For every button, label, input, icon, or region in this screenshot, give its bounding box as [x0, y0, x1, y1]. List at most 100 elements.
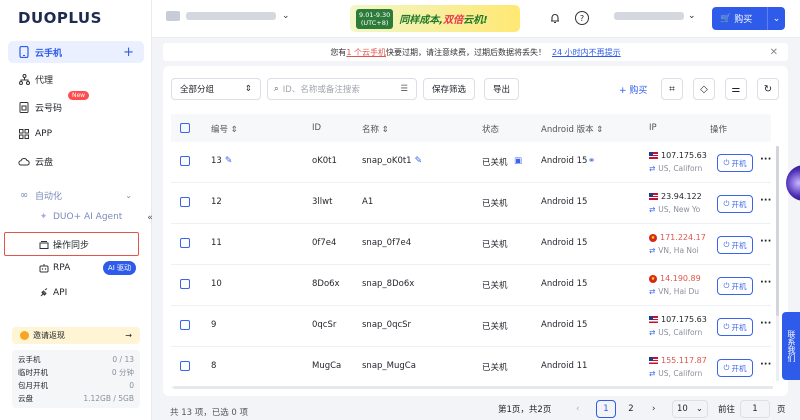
row-checkbox[interactable]: [180, 361, 190, 371]
more-actions-icon[interactable]: ···: [760, 154, 771, 165]
user-menu[interactable]: ⌄: [614, 11, 696, 21]
group-select[interactable]: 全部分组 ⇕: [171, 78, 261, 100]
power-on-button[interactable]: ⏻ 开机: [717, 154, 753, 172]
table-row[interactable]: 10 8Do6x snap_8Do6x 已关机 Android 15 ★ 14.190.89…: [171, 265, 771, 306]
buy-phone-link[interactable]: + 购买: [619, 83, 647, 96]
column-header-num[interactable]: 编号 ⇕: [211, 123, 238, 135]
notice-text-a: 您有: [330, 47, 347, 57]
row-checkbox[interactable]: [180, 279, 190, 289]
more-actions-icon[interactable]: ···: [760, 277, 771, 288]
column-header-name[interactable]: 名称 ⇕: [362, 123, 389, 135]
expiring-phones-link[interactable]: 1 个云手机: [346, 47, 386, 58]
page-1-button[interactable]: 1: [596, 400, 616, 418]
row-status: 已关机: [482, 199, 508, 209]
row-name: snap_0f7e4: [362, 238, 411, 248]
row-id: MugCa: [312, 361, 342, 371]
page-size-select[interactable]: 10 ⌄: [672, 400, 708, 418]
search-input[interactable]: ⌕ ID、名称或备注搜索 ☰: [267, 78, 417, 100]
column-header-status: 状态: [482, 125, 500, 135]
edit-icon[interactable]: ✎: [225, 156, 233, 166]
stat-value: 1.12GB / 5GB: [83, 394, 134, 403]
assistant-orb-icon[interactable]: [786, 165, 800, 201]
sidebar-item-api[interactable]: API: [8, 282, 144, 304]
table-row[interactable]: 11 0f7e4 snap_0f7e4 已关机 Android 15 ★ 171.224.1…: [171, 224, 771, 265]
collapse-sidebar-button[interactable]: «: [144, 212, 156, 224]
us-flag-icon: [649, 316, 658, 323]
stat-value: 0 分钟: [111, 368, 134, 377]
add-cloud-phone-button[interactable]: +: [123, 45, 134, 60]
settings-sliders-icon[interactable]: ⚌: [725, 78, 747, 100]
row-ip: ★ 171.224.17 ⇄ VN, Ha Noi: [649, 231, 707, 257]
table-row[interactable]: 12 3llwt A1 已关机 Android 15 23.94.122 ⇄ US, New …: [171, 183, 771, 224]
account-switcher[interactable]: ⌄: [166, 11, 290, 21]
contact-us-button[interactable]: 联系我们: [782, 312, 800, 380]
power-on-button[interactable]: ⏻ 开机: [717, 359, 753, 377]
table-row[interactable]: 13 ✎ oK0t1 snap_oK0t1 ✎ 已关机 ▣ Android 15 ⚭ 107.17…: [171, 142, 771, 183]
us-flag-icon: [649, 357, 658, 364]
row-checkbox[interactable]: [180, 320, 190, 330]
filter-icon[interactable]: ☰: [400, 84, 408, 94]
more-actions-icon[interactable]: ···: [760, 236, 771, 247]
sidebar-item-cloud-number[interactable]: 云号码 New: [8, 91, 144, 118]
buy-dropdown-chevron-icon[interactable]: ⌄: [767, 7, 785, 30]
power-on-button[interactable]: ⏻ 开机: [717, 318, 753, 336]
more-actions-icon[interactable]: ···: [760, 318, 771, 329]
horizontal-scrollbar[interactable]: [173, 386, 773, 389]
select-all-checkbox[interactable]: [180, 123, 190, 133]
row-name-text: snap_8Do6x: [362, 279, 415, 289]
column-header-android[interactable]: Android 版本 ⇕: [541, 123, 603, 135]
logo: DUOPLUS: [18, 9, 102, 27]
promo-text: 同样成本,双倍云机!: [399, 11, 487, 26]
vertical-scrollbar[interactable]: [776, 146, 779, 381]
refresh-icon[interactable]: ↻: [757, 78, 779, 100]
power-on-button[interactable]: ⏻ 开机: [717, 236, 753, 254]
row-checkbox[interactable]: [180, 156, 190, 166]
row-id: 8Do6x: [312, 279, 340, 289]
power-on-button[interactable]: ⏻ 开机: [717, 195, 753, 213]
coin-icon: [20, 331, 29, 340]
page-2-button[interactable]: 2: [621, 400, 641, 418]
close-icon[interactable]: ✕: [770, 47, 778, 58]
tag-icon[interactable]: ◇: [693, 78, 715, 100]
goto-page-input[interactable]: 1: [740, 400, 770, 418]
row-checkbox[interactable]: [180, 238, 190, 248]
save-filter-button[interactable]: 保存筛选: [423, 78, 476, 100]
prev-page-icon[interactable]: ‹: [576, 400, 579, 418]
export-button[interactable]: 导出: [484, 78, 520, 100]
page-size-value: 10: [677, 404, 688, 414]
invite-cashback-banner[interactable]: 邀请返现 →: [12, 327, 140, 344]
table-row[interactable]: 8 MugCa snap_MugCa 已关机 Android 11 155.117.87 ⇄…: [171, 347, 771, 388]
chevron-updown-icon: ⇕: [244, 84, 252, 94]
row-num: 9: [211, 320, 216, 330]
more-actions-icon[interactable]: ···: [760, 195, 771, 206]
screen-icon[interactable]: ▣: [514, 156, 522, 166]
buy-button[interactable]: 🛒 购买 ⌄: [712, 7, 785, 30]
sidebar-item-cloud-disk[interactable]: 云盘: [8, 150, 144, 172]
table-row[interactable]: 9 0qcSr snap_0qcSr 已关机 Android 15 107.175.63 ⇄…: [171, 306, 771, 347]
scroll-thumb[interactable]: [776, 146, 779, 316]
sidebar-item-automation[interactable]: ∞ 自动化 ⌄: [8, 184, 144, 206]
expiry-notice: 您有 1 个云手机 快要过期，请注意续费，过期后数据将丢失！ 24 小时内不再提…: [163, 43, 788, 61]
dismiss-24h-link[interactable]: 24 小时内不再提示: [552, 47, 621, 58]
phone-list-card: 全部分组 ⇕ ⌕ ID、名称或备注搜索 ☰ 保存筛选 导出 + 购买 ⌗ ◇ ⚌…: [163, 66, 788, 396]
sidebar-item-operation-sync[interactable]: 操作同步: [8, 233, 144, 255]
sync-icon: ⇄: [649, 328, 656, 337]
sidebar-item-cloud-phone[interactable]: 云手机 +: [8, 41, 144, 63]
more-actions-icon[interactable]: ···: [760, 359, 771, 370]
scan-icon[interactable]: ⌗: [661, 78, 683, 100]
plug-icon: [38, 288, 49, 299]
sidebar-item-rpa[interactable]: RPA AI 驱动: [8, 257, 144, 279]
help-icon[interactable]: ?: [575, 11, 589, 25]
row-checkbox[interactable]: [180, 197, 190, 207]
row-num: 10: [211, 279, 222, 289]
next-page-icon[interactable]: ›: [652, 400, 655, 418]
chevron-down-icon: ⌄: [125, 190, 132, 200]
bell-icon[interactable]: [548, 11, 562, 25]
power-on-button[interactable]: ⏻ 开机: [717, 277, 753, 295]
promo-banner[interactable]: 9.01-9.30 (UTC+8) 同样成本,双倍云机!: [350, 5, 520, 32]
sidebar-item-app[interactable]: APP: [8, 123, 144, 145]
sidebar-item-proxy[interactable]: 代理: [8, 68, 144, 90]
edit-icon[interactable]: ✎: [415, 156, 423, 166]
sidebar-item-ai-agent[interactable]: ✦ DUO+ AI Agent: [8, 206, 144, 228]
row-name-text: snap_0qcSr: [362, 320, 412, 330]
